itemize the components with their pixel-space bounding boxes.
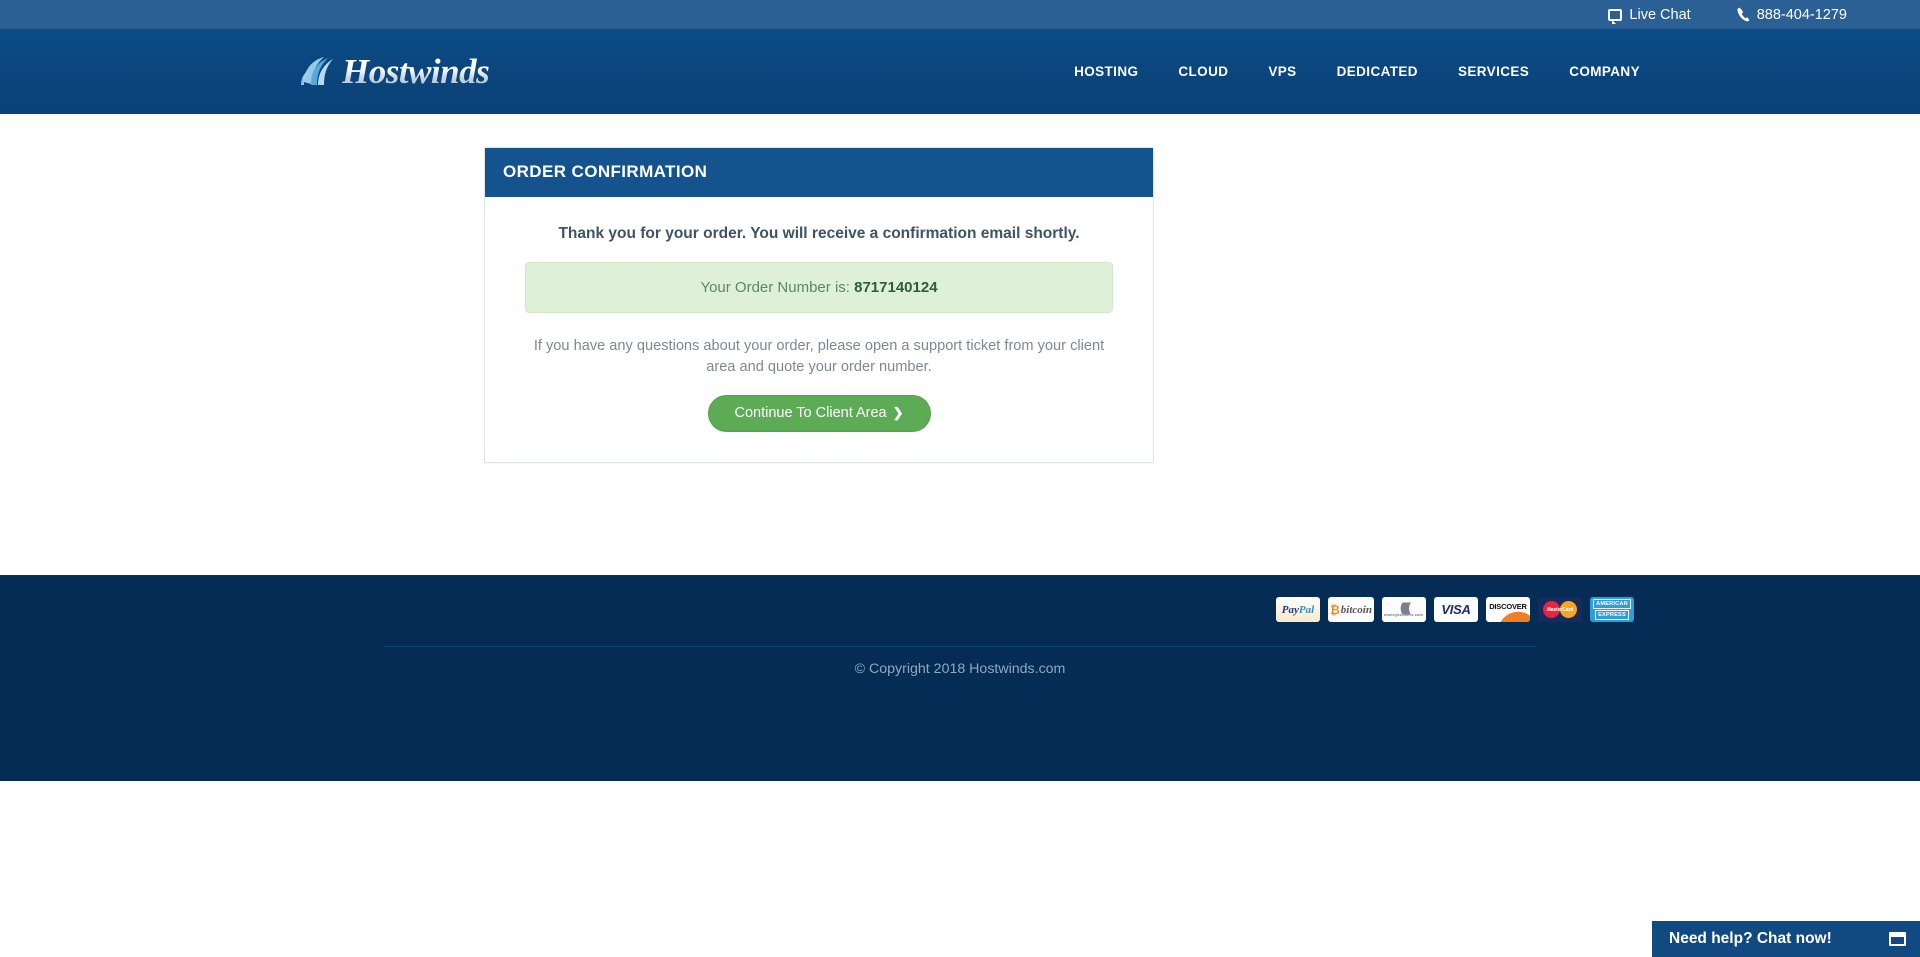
panel-body: Thank you for your order. You will recei… xyxy=(485,197,1153,462)
main-navigation: HOSTING CLOUD VPS DEDICATED SERVICES COM… xyxy=(1054,54,1660,89)
site-header: Hostwinds HOSTING CLOUD VPS DEDICATED SE… xyxy=(0,29,1920,114)
paypal-text-2: Pal xyxy=(1298,603,1315,616)
top-utility-bar: Live Chat 888-404-1279 xyxy=(0,0,1920,29)
support-note: If you have any questions about your ord… xyxy=(533,338,1105,376)
header-inner: Hostwinds HOSTING CLOUD VPS DEDICATED SE… xyxy=(192,52,1728,92)
continue-button-label: Continue To Client Area xyxy=(734,405,887,422)
payment-icon-discover[interactable]: DISCOVER xyxy=(1486,597,1530,622)
order-confirmation-panel: ORDER CONFIRMATION Thank you for your or… xyxy=(484,147,1154,464)
copyright-text: © Copyright 2018 Hostwinds.com xyxy=(854,661,1066,677)
phone-number-label: 888-404-1279 xyxy=(1756,6,1847,23)
payment-icon-paypal[interactable]: Pay Pal xyxy=(1276,597,1320,622)
order-number-prefix: Your Order Number is: xyxy=(700,279,850,296)
window-icon[interactable] xyxy=(1889,932,1906,946)
discover-text: DISCOVER xyxy=(1489,602,1527,611)
live-chat-label: Live Chat xyxy=(1629,6,1691,23)
thank-you-message: Thank you for your order. You will recei… xyxy=(558,225,1080,242)
chat-widget[interactable]: Need help? Chat now! xyxy=(1652,921,1920,957)
nav-item-hosting[interactable]: HOSTING xyxy=(1054,54,1158,89)
logo-wordmark: Hostwinds xyxy=(342,51,490,91)
nav-item-cloud[interactable]: CLOUD xyxy=(1158,54,1248,89)
moneybookers-arcs: (((((( xyxy=(1400,599,1411,615)
moneybookers-text: moneybookers.com xyxy=(1384,612,1424,617)
payment-icon-mastercard[interactable]: MasterCard xyxy=(1538,597,1582,622)
chat-widget-label: Need help? Chat now! xyxy=(1669,930,1832,947)
nav-item-services[interactable]: SERVICES xyxy=(1438,54,1549,89)
amex-line-2: EXPRESS xyxy=(1595,610,1629,620)
order-number-value: 8717140124 xyxy=(854,279,938,296)
payment-icon-moneybookers[interactable]: (((((( moneybookers.com xyxy=(1382,597,1426,622)
wave-swoosh-icon xyxy=(298,52,340,92)
nav-item-vps[interactable]: VPS xyxy=(1248,54,1316,89)
footer-inner: Pay Pal ₿ bitcoin (((((( moneybookers.com … xyxy=(192,597,1728,677)
hostwinds-logo[interactable]: Hostwinds xyxy=(298,51,490,92)
panel-title: ORDER CONFIRMATION xyxy=(485,148,1153,197)
visa-text: VISA xyxy=(1441,602,1471,617)
amex-line-1: AMERICAN xyxy=(1593,599,1631,609)
live-chat-link[interactable]: Live Chat xyxy=(1608,6,1691,24)
nav-item-dedicated[interactable]: DEDICATED xyxy=(1317,54,1438,89)
payment-methods-row: Pay Pal ₿ bitcoin (((((( moneybookers.com … xyxy=(208,597,1712,622)
chat-bubble-icon xyxy=(1608,8,1623,24)
nav-item-company[interactable]: COMPANY xyxy=(1549,54,1660,89)
payment-icon-bitcoin[interactable]: ₿ bitcoin xyxy=(1328,597,1374,622)
paypal-text-1: Pay xyxy=(1281,603,1299,616)
mastercard-text: MasterCard xyxy=(1546,606,1574,613)
main-content: ORDER CONFIRMATION Thank you for your or… xyxy=(0,114,1920,575)
continue-to-client-area-button[interactable]: Continue To Client Area ❯ xyxy=(707,395,931,433)
bitcoin-symbol: ₿ xyxy=(1330,602,1340,617)
bitcoin-text: bitcoin xyxy=(1340,603,1372,616)
site-footer: Pay Pal ₿ bitcoin (((((( moneybookers.com … xyxy=(0,575,1920,781)
phone-number-link[interactable]: 888-404-1279 xyxy=(1737,7,1847,23)
payment-icon-visa[interactable]: VISA xyxy=(1434,597,1478,622)
payment-icon-american-express[interactable]: AMERICAN EXPRESS xyxy=(1590,597,1634,622)
chevron-right-icon: ❯ xyxy=(892,405,904,421)
phone-icon xyxy=(1737,7,1750,22)
order-number-alert: Your Order Number is: 8717140124 xyxy=(525,262,1113,313)
